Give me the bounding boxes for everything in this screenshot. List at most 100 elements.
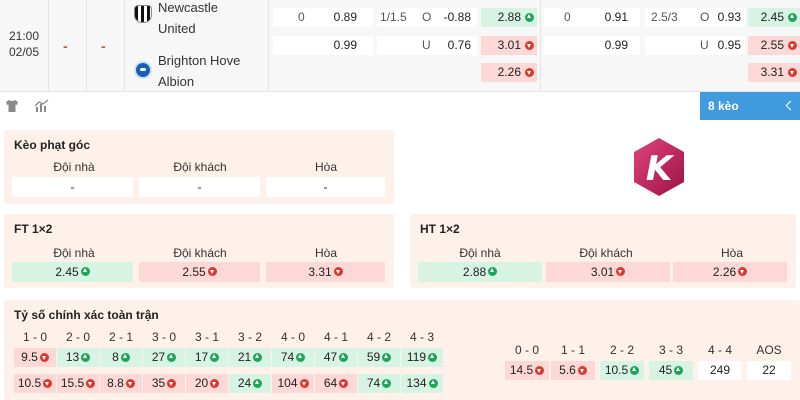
toolbar (0, 92, 800, 120)
score-odds-cell[interactable]: 21 (229, 348, 271, 367)
score-header: 4 - 2 (366, 330, 391, 344)
ft-under[interactable]: U 0.76 (377, 36, 477, 55)
newcastle-crest-icon (134, 5, 152, 23)
score-odds-cell[interactable]: 5.6 (551, 361, 595, 380)
arrow-down-icon (339, 379, 349, 388)
col-header: Đội khách (173, 246, 227, 260)
more-odds-button[interactable]: 8 kèo (700, 92, 800, 120)
score-odds-cell[interactable]: 17 (186, 348, 228, 367)
corner-away-odds[interactable]: - (139, 177, 260, 197)
away-team[interactable]: Brighton Hove Albion (134, 50, 240, 92)
arrow-down-icon (738, 267, 748, 276)
score-odds-cell[interactable]: 74 (358, 374, 400, 393)
divider (540, 0, 541, 92)
score-odds-cell[interactable]: 8.8 (100, 374, 142, 393)
score-header: 2 - 2 (609, 343, 634, 357)
ft-1x2-home[interactable]: 2.88 (481, 8, 537, 27)
score-header: 4 - 3 (409, 330, 434, 344)
arrow-down-icon (210, 379, 220, 388)
ft-handicap-home[interactable]: 0 0.89 (273, 8, 373, 27)
col-header: Hòa (314, 160, 337, 174)
score-odds-cell[interactable]: 8 (100, 348, 142, 367)
ft-1x2-card: FT 1×2 Đội nhà Đội khách Hòa 2.45 2.55 3… (4, 214, 394, 288)
score-header: 3 - 1 (194, 330, 219, 344)
arrow-down-icon (333, 267, 343, 276)
score-odds-cell[interactable]: 45 (649, 361, 693, 380)
ht-1x2-home[interactable]: 2.45 (748, 8, 800, 27)
col-header: Hòa (720, 246, 743, 260)
score-odds-cell[interactable]: 15.5 (57, 374, 99, 393)
home-team[interactable]: Newcastle United (134, 0, 218, 39)
score-odds-cell[interactable]: 35 (143, 374, 185, 393)
ht-handicap-away[interactable]: 0.99 (544, 36, 640, 55)
match-row[interactable]: 21:00 02/05 - - Newcastle United Brighto… (0, 0, 800, 92)
ht-away-odds[interactable]: 3.01 (546, 262, 670, 282)
score-header: AOS (756, 343, 782, 357)
ft-draw-odds[interactable]: 3.31 (266, 262, 385, 282)
score-odds-cell[interactable]: 10.5 (14, 374, 56, 393)
arrow-up-icon (80, 267, 90, 276)
col-header: Đội nhà (53, 246, 95, 260)
shirt-icon[interactable] (4, 98, 20, 114)
ht-1x2-away[interactable]: 2.55 (748, 36, 800, 55)
col-header: Đội nhà (53, 160, 95, 174)
ft-handicap-away[interactable]: 0.99 (273, 36, 373, 55)
ht-1x2-draw[interactable]: 3.31 (748, 63, 800, 82)
score-header: 3 - 3 (658, 343, 683, 357)
ft-over[interactable]: 1/1.5 O -0.88 (377, 8, 477, 27)
corner-draw-odds[interactable]: - (266, 177, 385, 197)
home-team-name: Newcastle United (158, 0, 218, 36)
score-odds-cell[interactable]: 47 (315, 348, 357, 367)
arrow-down-icon (616, 267, 626, 276)
arrow-down-icon (207, 267, 217, 276)
arrow-up-icon (788, 13, 797, 22)
arrow-up-icon (630, 366, 640, 375)
score-odds-cell[interactable]: 24 (229, 374, 271, 393)
ft-home-odds[interactable]: 2.45 (12, 262, 133, 282)
score-odds-cell[interactable]: 10.5 (600, 361, 644, 380)
score-odds-cell[interactable]: 134 (401, 374, 443, 393)
arrow-up-icon (253, 379, 263, 388)
score-odds-cell[interactable]: 27 (143, 348, 185, 367)
card-title: Tỷ số chính xác toàn trận (14, 308, 159, 322)
arrow-up-icon (382, 379, 392, 388)
score-odds-cell[interactable]: 119 (401, 348, 443, 367)
col-header: Đội khách (579, 246, 633, 260)
score-header: 2 - 0 (65, 330, 90, 344)
ht-under[interactable]: U 0.95 (645, 36, 745, 55)
brand-logo-icon: K (634, 138, 684, 196)
card-title: Kèo phạt góc (14, 138, 91, 152)
score-odds-cell[interactable]: 20 (186, 374, 228, 393)
ft-1x2-away[interactable]: 3.01 (481, 36, 537, 55)
score-odds-cell[interactable]: 104 (272, 374, 314, 393)
score-odds-cell[interactable]: 13 (57, 348, 99, 367)
ht-draw-odds[interactable]: 2.26 (673, 262, 787, 282)
score-odds-cell[interactable]: 22 (747, 361, 791, 380)
arrow-up-icon (382, 353, 392, 362)
logo-letter: K (646, 149, 675, 189)
arrow-down-icon (577, 366, 587, 375)
ht-home-odds[interactable]: 2.88 (418, 262, 542, 282)
ht-handicap-home[interactable]: 0 0.91 (544, 8, 640, 27)
divider (124, 0, 125, 92)
score-odds-cell[interactable]: 14.5 (505, 361, 549, 380)
arrow-down-icon (788, 68, 797, 77)
corner-home-odds[interactable]: - (12, 177, 133, 197)
arrow-down-icon (299, 379, 309, 388)
arrow-up-icon (339, 353, 349, 362)
card-title: FT 1×2 (14, 222, 53, 236)
stats-icon[interactable] (34, 98, 50, 114)
score-odds-cell[interactable]: 249 (698, 361, 742, 380)
score-odds-cell[interactable]: 59 (358, 348, 400, 367)
score-odds-cell[interactable]: 74 (272, 348, 314, 367)
arrow-down-icon (167, 379, 177, 388)
arrow-up-icon (428, 379, 438, 388)
score-odds-cell[interactable]: 9.5 (14, 348, 56, 367)
col-header: Hòa (314, 246, 337, 260)
ft-away-odds[interactable]: 2.55 (139, 262, 260, 282)
arrow-down-icon (86, 379, 96, 388)
ht-over[interactable]: 2.5/3 O 0.93 (645, 8, 745, 27)
score-odds-cell[interactable]: 64 (315, 374, 357, 393)
arrow-down-icon (535, 366, 545, 375)
ft-1x2-draw[interactable]: 2.26 (481, 63, 537, 82)
